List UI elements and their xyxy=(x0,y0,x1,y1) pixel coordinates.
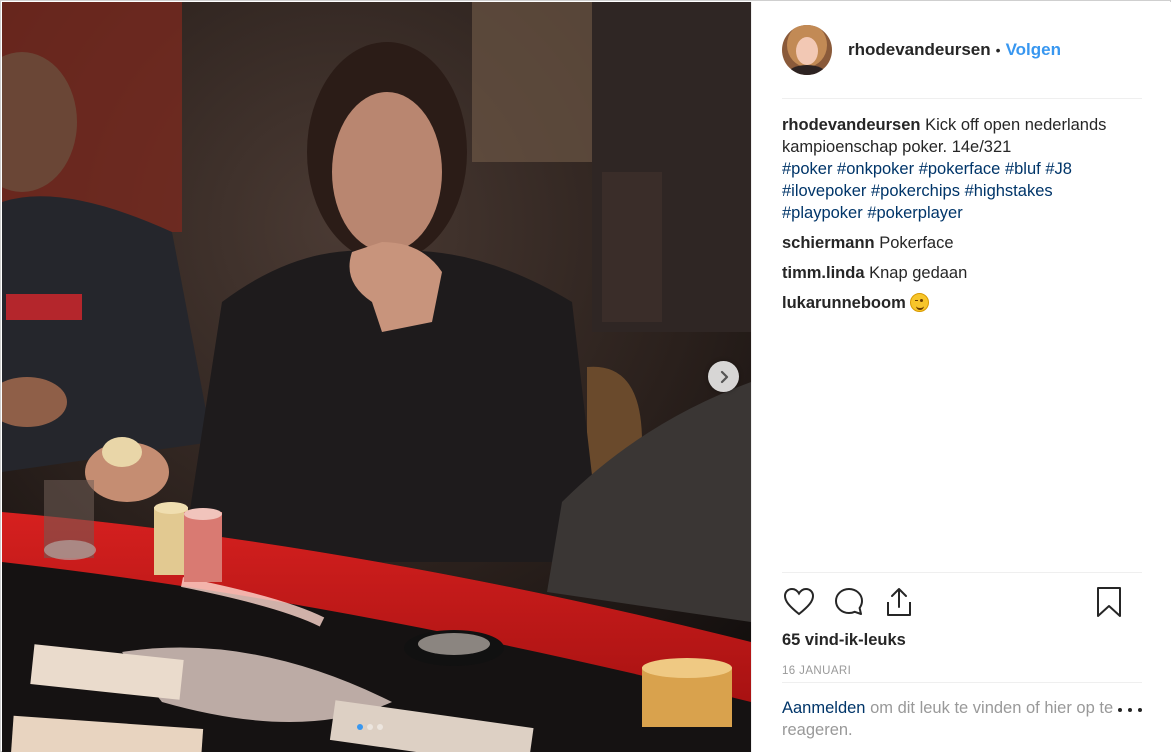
post-date: 16 JANUARI xyxy=(782,665,852,677)
more-icon-dot xyxy=(1138,708,1142,712)
hashtag-link[interactable]: #pokerplayer xyxy=(867,204,962,222)
carousel-indicator xyxy=(357,724,383,730)
post-actions-section: 65 vind-ik-leuks 16 JANUARI xyxy=(782,572,1142,683)
carousel-dot-2 xyxy=(367,724,373,730)
carousel-dot-1 xyxy=(357,724,363,730)
comments-list: rhodevandeursen Kick off open nederlands… xyxy=(782,114,1127,322)
login-link[interactable]: Aanmelden xyxy=(782,699,865,717)
comment-text: Pokerface xyxy=(879,234,954,252)
more-icon-dot xyxy=(1128,708,1132,712)
heart-icon xyxy=(783,587,815,616)
header-separator: • xyxy=(995,42,1001,58)
post-photo[interactable] xyxy=(2,2,751,752)
like-button[interactable] xyxy=(782,585,816,619)
hashtag-link[interactable]: #playpoker xyxy=(782,204,863,222)
comment-username[interactable]: timm.linda xyxy=(782,264,865,282)
login-prompt: Aanmelden om dit leuk te vinden of hier … xyxy=(782,682,1142,741)
post-details-panel: rhodevandeursen • Volgen rhodevandeursen… xyxy=(751,2,1171,752)
save-button[interactable] xyxy=(1092,585,1126,619)
avatar-image xyxy=(782,25,832,75)
hashtag-link[interactable]: #poker xyxy=(782,160,832,178)
hashtag-list: #poker #onkpoker #pokerface #bluf #J8 #i… xyxy=(782,160,1072,222)
avatar[interactable] xyxy=(782,25,832,75)
hashtag-link[interactable]: #ilovepoker xyxy=(782,182,866,200)
poker-photo-image xyxy=(2,2,751,752)
carousel-dot-3 xyxy=(377,724,383,730)
header-username[interactable]: rhodevandeursen xyxy=(848,40,991,60)
comment-username[interactable]: lukarunneboom xyxy=(782,294,906,312)
follow-button[interactable]: Volgen xyxy=(1006,40,1061,60)
hashtag-link[interactable]: #highstakes xyxy=(965,182,1053,200)
caption: rhodevandeursen Kick off open nederlands… xyxy=(782,114,1127,224)
post-modal: rhodevandeursen • Volgen rhodevandeursen… xyxy=(0,0,1171,752)
comment-text: Knap gedaan xyxy=(869,264,968,282)
caption-username[interactable]: rhodevandeursen xyxy=(782,116,920,134)
comment-username[interactable]: schiermann xyxy=(782,234,875,252)
smirk-emoji xyxy=(910,293,930,312)
share-icon xyxy=(887,588,911,616)
share-button[interactable] xyxy=(882,585,916,619)
hashtag-link[interactable]: #bluf xyxy=(1005,160,1041,178)
hashtag-link[interactable]: #pokerchips xyxy=(871,182,960,200)
more-options-button[interactable] xyxy=(1118,705,1142,715)
chevron-right-icon xyxy=(720,370,728,383)
comment-icon xyxy=(835,588,863,615)
comment-item: lukarunneboom xyxy=(782,292,1127,314)
more-icon xyxy=(1118,708,1122,712)
like-count[interactable]: 65 vind-ik-leuks xyxy=(782,631,1142,657)
comment-item: schiermann Pokerface xyxy=(782,232,1127,254)
comment-item: timm.linda Knap gedaan xyxy=(782,262,1127,284)
comment-button[interactable] xyxy=(832,585,866,619)
next-slide-button[interactable] xyxy=(708,361,739,392)
post-header: rhodevandeursen • Volgen xyxy=(782,2,1142,99)
hashtag-link[interactable]: #J8 xyxy=(1045,160,1072,178)
action-bar xyxy=(782,573,1142,631)
hashtag-link[interactable]: #pokerface xyxy=(919,160,1001,178)
bookmark-icon xyxy=(1097,587,1121,617)
hashtag-link[interactable]: #onkpoker xyxy=(837,160,914,178)
